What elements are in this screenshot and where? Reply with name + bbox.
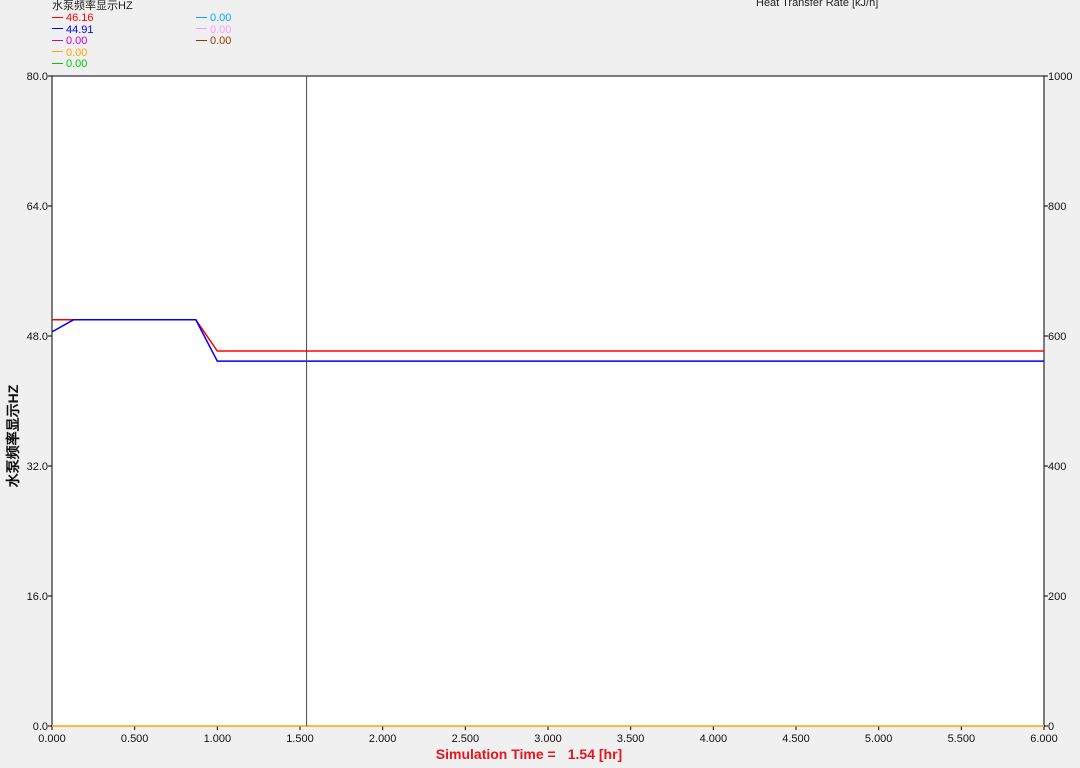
plot-area xyxy=(51,75,1045,727)
legend-swatch xyxy=(52,28,63,30)
y-right-tick-label: 0 xyxy=(1048,721,1054,733)
legend-value: 0.00 xyxy=(66,35,88,47)
legend-swatch xyxy=(196,28,207,30)
simulation-time-readout: Simulation Time = 1.54 [hr] xyxy=(436,746,622,762)
legend-value: 0.00 xyxy=(210,23,232,36)
simulation-time-label: Simulation Time = xyxy=(435,746,556,762)
legend-entry: 44.91 xyxy=(52,24,94,36)
right-axis-title-header: Heat Transfer Rate [kJ/h] xyxy=(756,0,879,9)
y-axis-label: 水泵频率显示HZ xyxy=(5,384,21,488)
y-right-tick-label: 1000 xyxy=(1048,71,1072,83)
y-tick-label: 0.0 xyxy=(33,721,48,733)
legend-swatch xyxy=(52,62,63,64)
x-tick-label: 0.500 xyxy=(121,733,149,745)
y-tick-label: 48.0 xyxy=(27,331,48,343)
legend-value: 0.00 xyxy=(210,35,232,47)
legend-swatch xyxy=(52,39,63,41)
x-tick-label: 3.000 xyxy=(534,733,562,745)
x-tick-label: 4.500 xyxy=(782,733,810,745)
legend-swatch xyxy=(196,16,207,18)
x-tick-label: 1.500 xyxy=(286,733,314,745)
legend-entry: 0.00 xyxy=(196,24,231,36)
legend-value: 44.91 xyxy=(66,23,94,36)
legend-entry: 46.16 xyxy=(52,12,94,24)
y-tick-label: 32.0 xyxy=(27,461,48,473)
y-axis-right-ticks: 0 200 400 600 800 1000 xyxy=(1044,71,1072,733)
y-right-tick-label: 800 xyxy=(1048,201,1066,213)
x-tick-label: 1.000 xyxy=(204,733,232,745)
chart-canvas: 0.000 0.500 1.000 1.500 2.000 2.500 3.000 3.500… xyxy=(27,71,1073,745)
y-axis-left-ticks: 0.0 16.0 32.0 48.0 64.0 80.0 xyxy=(27,71,52,733)
legend-swatch xyxy=(52,51,63,53)
y-tick-label: 64.0 xyxy=(27,201,48,213)
legend-entry: 0.00 xyxy=(52,35,87,47)
legend-entry: 0.00 xyxy=(52,58,87,70)
x-tick-label: 2.500 xyxy=(452,733,480,745)
x-tick-label: 6.000 xyxy=(1030,733,1058,745)
legend-value: 0.00 xyxy=(210,12,232,24)
x-tick-label: 5.500 xyxy=(948,733,976,745)
legend-value: 0.00 xyxy=(66,46,88,59)
y-tick-label: 80.0 xyxy=(27,71,48,83)
legend-value: 46.16 xyxy=(66,12,94,24)
y-right-tick-label: 200 xyxy=(1048,591,1066,603)
x-tick-label: 5.000 xyxy=(865,733,893,745)
legend-entry: 0.00 xyxy=(52,47,87,59)
legend-swatch xyxy=(52,16,63,18)
legend-swatch xyxy=(196,39,207,41)
legend-entry: 0.00 xyxy=(196,12,231,24)
legend-entry: 0.00 xyxy=(196,35,231,47)
y-tick-label: 16.0 xyxy=(27,591,48,603)
y-right-tick-label: 400 xyxy=(1048,461,1066,473)
x-axis-ticks: 0.000 0.500 1.000 1.500 2.000 2.500 3.000 3.500… xyxy=(38,726,1058,745)
x-tick-label: 2.000 xyxy=(369,733,397,745)
y-right-tick-label: 600 xyxy=(1048,331,1066,343)
x-tick-label: 4.000 xyxy=(700,733,728,745)
x-tick-label: 0.000 xyxy=(38,733,66,745)
legend-value: 0.00 xyxy=(66,58,88,70)
simulation-time-value: 1.54 [hr] xyxy=(567,746,623,762)
x-tick-label: 3.500 xyxy=(617,733,645,745)
